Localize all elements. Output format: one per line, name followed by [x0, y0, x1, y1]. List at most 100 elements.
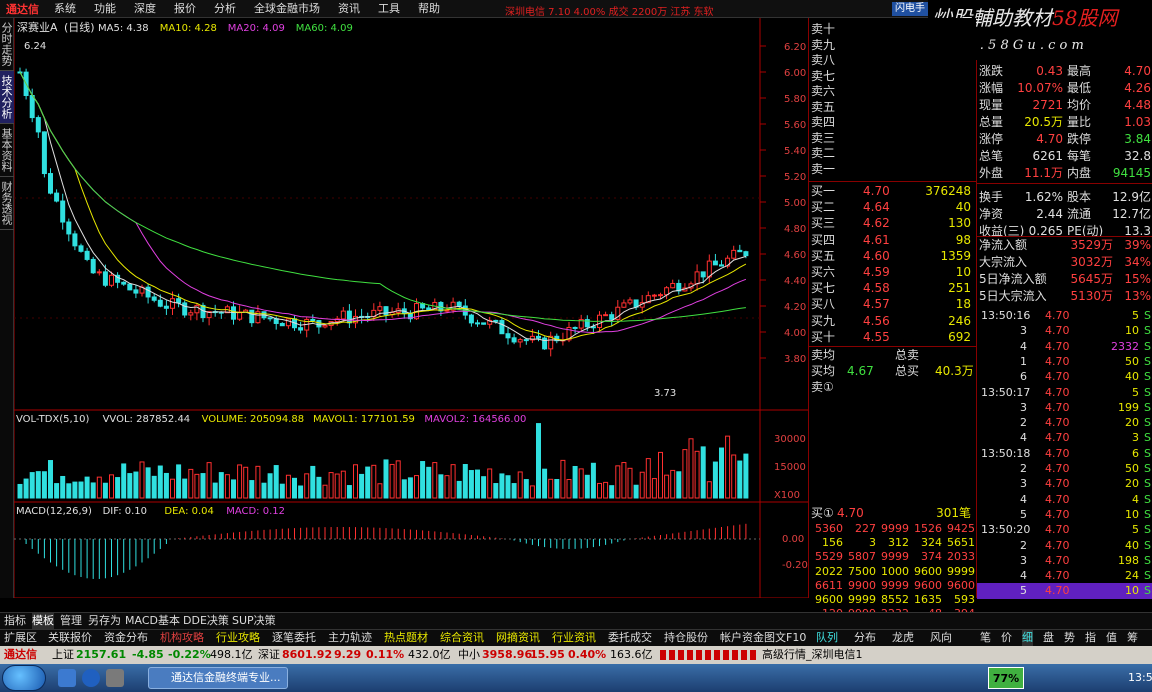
- zx-value[interactable]: 3958.96: [482, 646, 532, 664]
- tab-technical[interactable]: 技术分析: [0, 71, 14, 124]
- news-ticker[interactable]: 深圳电信 7.10 4.00% 成交 2200万 江苏 东软: [505, 3, 714, 18]
- browser-icon[interactable]: [82, 669, 100, 687]
- menu-analysis[interactable]: 分析: [205, 0, 245, 18]
- flow-row: 净流入额 3529万 39%: [979, 238, 1151, 252]
- trade-row: 13:50:20 4.70 5 S: [981, 523, 1151, 537]
- volume-bar: [170, 478, 175, 499]
- volume-bar: [560, 459, 566, 499]
- bid-row[interactable]: 买一 4.70 376248: [811, 184, 975, 199]
- ask-row[interactable]: 卖九: [811, 38, 975, 53]
- tab-intraday[interactable]: 分时走势: [0, 18, 14, 71]
- trade-panel-tab[interactable]: 指: [1085, 630, 1096, 646]
- explorer-icon[interactable]: [106, 669, 124, 687]
- indicator-tab[interactable]: SUP决策: [232, 613, 276, 629]
- bid-row[interactable]: 买九 4.56 246: [811, 314, 975, 329]
- trade-panel-tab[interactable]: 势: [1064, 630, 1075, 646]
- clock[interactable]: 13:50: [1128, 667, 1152, 689]
- function-tab[interactable]: 行业资讯: [552, 630, 596, 646]
- ask-row[interactable]: 卖一: [811, 162, 975, 177]
- function-tab[interactable]: 机构攻略: [160, 630, 204, 646]
- queue-cell: 6611: [815, 578, 843, 592]
- function-tab[interactable]: 关联报价: [48, 630, 92, 646]
- function-tab[interactable]: 逐笔委托: [272, 630, 316, 646]
- trade-panel-tab[interactable]: 笔: [980, 630, 991, 646]
- indicator-tab[interactable]: MACD基本: [125, 613, 180, 629]
- queue-row: 5360 227 9999 1526 9425: [811, 521, 975, 536]
- volume-bar: [194, 473, 200, 499]
- ask-row[interactable]: 卖八: [811, 53, 975, 68]
- indicator-tab[interactable]: 管理: [60, 613, 82, 629]
- ask-row[interactable]: 卖四: [811, 115, 975, 130]
- kline-chart[interactable]: 深赛业A (日线) MA5: 4.38 MA10: 4.28 MA20: 4.09 M…: [13, 18, 808, 612]
- ask-row[interactable]: 卖十: [811, 22, 975, 37]
- right-panel-tab[interactable]: 龙虎: [892, 630, 914, 646]
- ob-volume: 251: [948, 281, 971, 296]
- candle-body: [151, 296, 157, 301]
- trade-panel-tab[interactable]: 值: [1106, 630, 1117, 646]
- tab-financials[interactable]: 财务透视: [0, 177, 14, 230]
- indicator-tab[interactable]: DDE决策: [183, 613, 229, 629]
- ask-row[interactable]: 卖六: [811, 84, 975, 99]
- sz-value[interactable]: 8601.92: [282, 646, 332, 664]
- start-button[interactable]: [2, 665, 46, 691]
- right-panel-tab[interactable]: 图文F10: [764, 630, 806, 646]
- menu-depth[interactable]: 深度: [125, 0, 165, 18]
- menu-function[interactable]: 功能: [85, 0, 125, 18]
- function-tab[interactable]: 网摘资讯: [496, 630, 540, 646]
- menu-help[interactable]: 帮助: [409, 0, 449, 18]
- menu-news[interactable]: 资讯: [329, 0, 369, 18]
- volume-bar: [29, 472, 35, 499]
- function-tab[interactable]: 热点题材: [384, 630, 428, 646]
- queue-cell: 1526: [914, 522, 942, 535]
- bid-row[interactable]: 买十 4.55 692: [811, 330, 975, 345]
- bid-row[interactable]: 买七 4.58 251: [811, 281, 975, 296]
- function-tab[interactable]: 综合资讯: [440, 630, 484, 646]
- right-panel-tab[interactable]: 分布: [854, 630, 876, 646]
- function-tab[interactable]: 扩展区: [4, 630, 37, 646]
- volume-bar: [395, 460, 401, 499]
- tab-fundamentals[interactable]: 基本资料: [0, 124, 14, 177]
- bid-row[interactable]: 买四 4.61 98: [811, 233, 975, 248]
- right-panel-tab[interactable]: 队列: [816, 630, 838, 646]
- function-tab[interactable]: 资金分布: [104, 630, 148, 646]
- sh-value[interactable]: 2157.61: [76, 646, 126, 664]
- function-tab[interactable]: 帐户资金: [720, 630, 764, 646]
- bid-row[interactable]: 买六 4.59 10: [811, 265, 975, 280]
- queue-cell: 9999: [881, 522, 909, 535]
- queue-cell: 9600: [914, 564, 942, 578]
- function-tab[interactable]: 行业攻略: [216, 630, 260, 646]
- trade-panel-tab[interactable]: 盘: [1043, 630, 1054, 646]
- queue-row: 5529 5807 9999 374 2033: [811, 549, 975, 564]
- ask-row[interactable]: 卖三: [811, 131, 975, 146]
- bid-row[interactable]: 买八 4.57 18: [811, 297, 975, 312]
- indicator-tab[interactable]: 指标: [4, 613, 26, 629]
- menu-system[interactable]: 系统: [45, 0, 85, 18]
- menu-global-markets[interactable]: 全球金融市场: [245, 0, 329, 18]
- menu-tools[interactable]: 工具: [369, 0, 409, 18]
- volume-bar: [353, 464, 358, 499]
- queue-cell: 156: [822, 536, 843, 550]
- folder-icon[interactable]: [58, 669, 76, 687]
- candle-body: [511, 337, 517, 343]
- bid-row[interactable]: 买三 4.62 130: [811, 216, 975, 231]
- indicator-tab[interactable]: 模板: [32, 613, 54, 629]
- flash-trade-button[interactable]: 闪电手: [892, 2, 928, 16]
- ask-row[interactable]: 卖七: [811, 69, 975, 84]
- menu-quote[interactable]: 报价: [165, 0, 205, 18]
- right-panel-tab[interactable]: 风向: [930, 630, 952, 646]
- trade-panel-tab[interactable]: 筹: [1127, 630, 1138, 646]
- candle-body: [127, 283, 133, 291]
- ask-row[interactable]: 卖二: [811, 146, 975, 161]
- function-tab[interactable]: 持仓股份: [664, 630, 708, 646]
- taskbar-app-button[interactable]: 通达信金融终端专业...: [148, 667, 288, 689]
- trade-panel-tab[interactable]: 价: [1001, 630, 1012, 646]
- indicator-tab[interactable]: 另存为: [88, 613, 121, 629]
- kline-chart-area[interactable]: 深赛业A (日线) MA5: 4.38 MA10: 4.28 MA20: 4.09 M…: [13, 18, 808, 612]
- trade-panel-tab[interactable]: 细: [1022, 630, 1033, 646]
- function-tab[interactable]: 主力轨迹: [328, 630, 372, 646]
- ask-row[interactable]: 卖五: [811, 100, 975, 115]
- bid-row[interactable]: 买五 4.60 1359: [811, 249, 975, 264]
- bid-row[interactable]: 买二 4.64 40: [811, 200, 975, 215]
- trade-ticks[interactable]: 13:50:16 4.70 5 S 3 4.70 10 S 4 4.70 2332 S 1 4.70 50 S…: [976, 308, 1152, 600]
- function-tab[interactable]: 委托成交: [608, 630, 652, 646]
